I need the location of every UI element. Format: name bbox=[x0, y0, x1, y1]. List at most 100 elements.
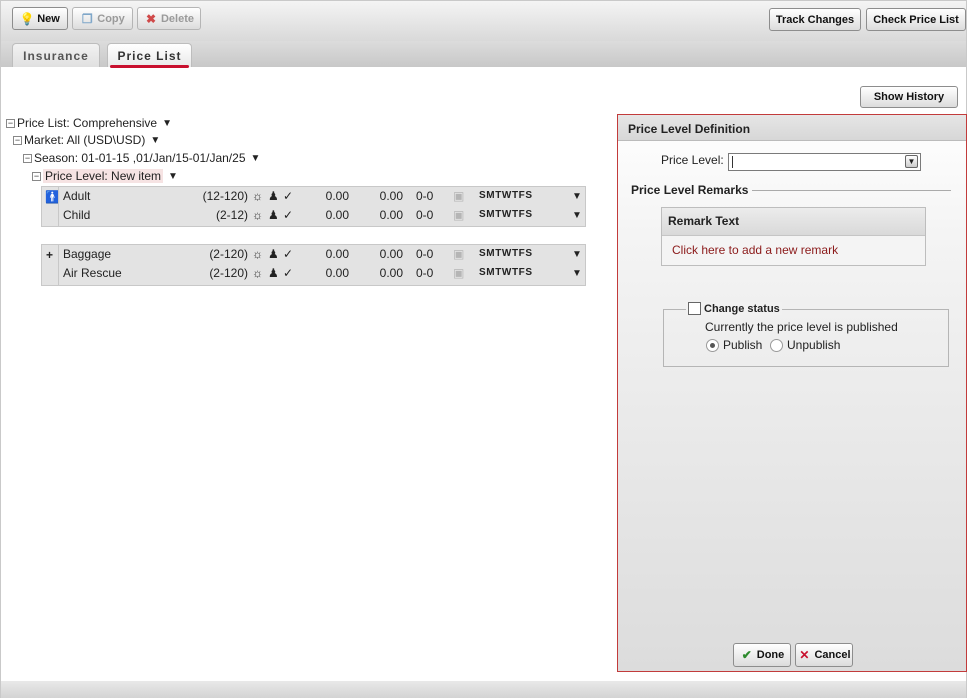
row-days[interactable]: SMTWTFS bbox=[479, 190, 533, 201]
cancel-label: Cancel bbox=[814, 649, 851, 661]
price-level-name: New item bbox=[111, 169, 162, 183]
row-age-range: (12-120) bbox=[202, 189, 248, 203]
divider bbox=[752, 190, 951, 191]
gift-icon[interactable]: ▣ bbox=[453, 266, 464, 280]
sun-icon[interactable]: ☼ bbox=[252, 208, 263, 222]
collapse-icon[interactable]: − bbox=[23, 153, 32, 163]
person-icon[interactable]: ♟ bbox=[268, 266, 279, 280]
tab-insurance[interactable]: Insurance bbox=[12, 43, 100, 67]
table-row[interactable]: Child (2-12) ☼ ♟ ✓ 0.00 0.00 0-0 ▣ SMTWT… bbox=[42, 206, 585, 225]
passenger-group: 🚹 Adult (12-120) ☼ ♟ ✓ 0.00 0.00 0-0 ▣ S… bbox=[41, 186, 586, 227]
publish-option[interactable]: Publish bbox=[706, 338, 762, 352]
row-value-1: 0.00 bbox=[325, 247, 349, 261]
person-icon[interactable]: ♟ bbox=[268, 247, 279, 261]
chevron-down-icon[interactable]: ▼ bbox=[905, 155, 918, 168]
check-icon[interactable]: ✓ bbox=[283, 208, 293, 222]
publish-label: Publish bbox=[723, 338, 763, 352]
row-days[interactable]: SMTWTFS bbox=[479, 267, 533, 278]
delete-button-label: Delete bbox=[160, 12, 195, 25]
dropdown-arrow-icon[interactable]: ▼ bbox=[150, 135, 160, 146]
row-dropdown-icon[interactable]: ▼ bbox=[572, 191, 582, 202]
sun-icon[interactable]: ☼ bbox=[252, 266, 263, 280]
dropdown-arrow-icon[interactable]: ▼ bbox=[162, 118, 172, 129]
row-name: Adult bbox=[63, 189, 91, 203]
top-toolbar: 💡 New ❐ Copy ✖ Delete Track Changes Chec… bbox=[1, 1, 966, 41]
row-age-range: (2-12) bbox=[215, 208, 248, 222]
row-name: Air Rescue bbox=[63, 266, 122, 280]
panel-title: Price Level Definition bbox=[618, 115, 966, 141]
track-changes-button[interactable]: Track Changes bbox=[769, 8, 861, 31]
row-days[interactable]: SMTWTFS bbox=[479, 248, 533, 259]
collapse-icon[interactable]: − bbox=[6, 118, 15, 128]
dropdown-arrow-icon[interactable]: ▼ bbox=[251, 153, 261, 164]
done-button[interactable]: ✔ Done bbox=[733, 643, 791, 667]
footer-bar bbox=[1, 681, 966, 698]
add-remark-link[interactable]: Click here to add a new remark bbox=[662, 236, 925, 264]
person-icon[interactable]: ♟ bbox=[268, 189, 279, 203]
table-row[interactable]: Baggage (2-120) ☼ ♟ ✓ 0.00 0.00 0-0 ▣ SM… bbox=[42, 245, 585, 264]
dropdown-arrow-icon[interactable]: ▼ bbox=[168, 171, 178, 182]
tree-price-list[interactable]: − Price List: Comprehensive ▼ bbox=[6, 116, 172, 130]
unpublish-label: Unpublish bbox=[787, 338, 841, 352]
row-dropdown-icon[interactable]: ▼ bbox=[572, 268, 582, 279]
sun-icon[interactable]: ☼ bbox=[252, 189, 263, 203]
new-button[interactable]: 💡 New bbox=[12, 7, 68, 30]
tab-insurance-label: Insurance bbox=[23, 48, 89, 63]
sun-icon[interactable]: ☼ bbox=[252, 247, 263, 261]
gift-icon[interactable]: ▣ bbox=[453, 247, 464, 261]
row-dropdown-icon[interactable]: ▼ bbox=[572, 249, 582, 260]
remarks-table: Remark Text Click here to add a new rema… bbox=[661, 207, 926, 266]
show-history-button[interactable]: Show History bbox=[860, 86, 958, 108]
price-level-field-label: Price Level: bbox=[661, 153, 724, 167]
tree-price-level[interactable]: − Price Level: New item ▼ bbox=[32, 169, 178, 183]
tree-season[interactable]: − Season: 01-01-15 ,01/Jan/15-01/Jan/25 … bbox=[23, 151, 260, 165]
table-row[interactable]: Adult (12-120) ☼ ♟ ✓ 0.00 0.00 0-0 ▣ SMT… bbox=[42, 187, 585, 206]
gift-icon[interactable]: ▣ bbox=[453, 208, 464, 222]
cancel-button[interactable]: ✕ Cancel bbox=[795, 643, 853, 667]
collapse-icon[interactable]: − bbox=[32, 171, 41, 181]
row-days[interactable]: SMTWTFS bbox=[479, 209, 533, 220]
change-status-label: Change status bbox=[704, 302, 780, 315]
copy-icon: ❐ bbox=[81, 11, 93, 26]
close-icon: ✕ bbox=[799, 648, 810, 662]
check-icon[interactable]: ✓ bbox=[283, 266, 293, 280]
show-history-label: Show History bbox=[873, 91, 945, 103]
row-value-2: 0.00 bbox=[379, 247, 403, 261]
gift-icon[interactable]: ▣ bbox=[453, 189, 464, 203]
row-value-1: 0.00 bbox=[325, 266, 349, 280]
table-row[interactable]: Air Rescue (2-120) ☼ ♟ ✓ 0.00 0.00 0-0 ▣… bbox=[42, 264, 585, 283]
check-price-list-button[interactable]: Check Price List bbox=[866, 8, 966, 31]
row-value-1: 0.00 bbox=[325, 189, 349, 203]
tree-market[interactable]: − Market: All (USD\USD) ▼ bbox=[13, 133, 160, 147]
remarks-section-title: Price Level Remarks bbox=[631, 183, 749, 197]
tab-bar: Insurance Price List bbox=[1, 41, 966, 68]
unpublish-option[interactable]: Unpublish bbox=[770, 338, 840, 352]
price-level-select[interactable]: ▼ bbox=[728, 153, 921, 171]
copy-button-label: Copy bbox=[97, 12, 125, 25]
row-value-3: 0-0 bbox=[416, 247, 434, 261]
row-value-2: 0.00 bbox=[379, 189, 403, 203]
person-icon[interactable]: ♟ bbox=[268, 208, 279, 222]
row-value-3: 0-0 bbox=[416, 266, 434, 280]
publish-radio[interactable] bbox=[706, 338, 719, 352]
row-dropdown-icon[interactable]: ▼ bbox=[572, 210, 582, 221]
unpublish-radio[interactable] bbox=[770, 338, 783, 352]
check-icon[interactable]: ✓ bbox=[283, 247, 293, 261]
price-level-prefix: Price Level: bbox=[45, 169, 112, 183]
row-age-range: (2-120) bbox=[209, 266, 248, 280]
row-name: Child bbox=[63, 208, 91, 222]
change-status-checkbox[interactable] bbox=[688, 302, 701, 315]
row-value-3: 0-0 bbox=[416, 189, 434, 203]
check-icon[interactable]: ✓ bbox=[283, 189, 293, 203]
row-value-1: 0.00 bbox=[325, 208, 349, 222]
delete-button[interactable]: ✖ Delete bbox=[137, 7, 201, 30]
row-value-2: 0.00 bbox=[379, 208, 403, 222]
change-status-fieldset: Change status Currently the price level … bbox=[663, 302, 949, 367]
price-level-definition-panel: Price Level Definition Price Level: ▼ Pr… bbox=[617, 114, 967, 672]
tab-price-list-label: Price List bbox=[117, 48, 182, 63]
price-level-node[interactable]: Price Level: New item bbox=[43, 169, 164, 183]
tab-price-list[interactable]: Price List bbox=[107, 43, 192, 68]
price-list-label: Price List: Comprehensive bbox=[17, 116, 158, 130]
copy-button[interactable]: ❐ Copy bbox=[72, 7, 133, 30]
collapse-icon[interactable]: − bbox=[13, 135, 22, 145]
